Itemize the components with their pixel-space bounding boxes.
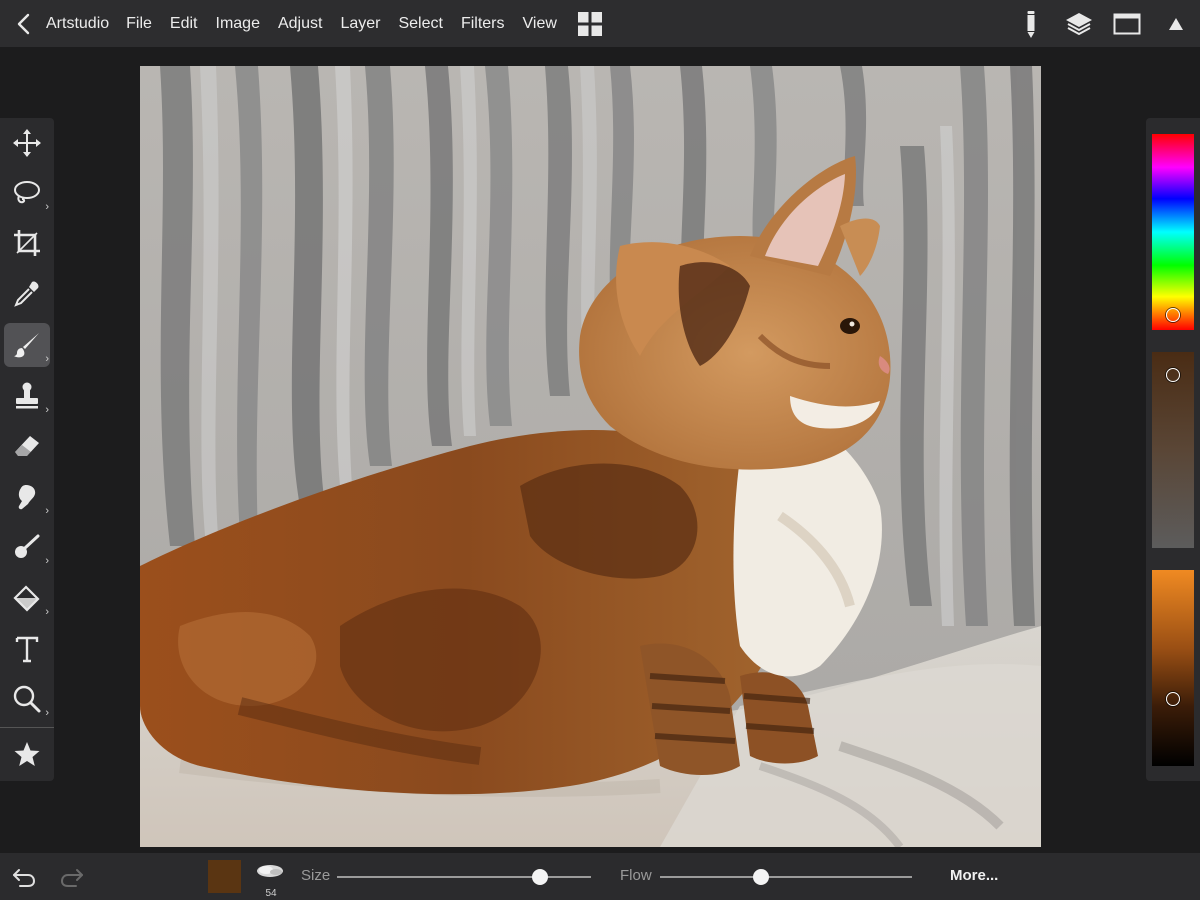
menu-file[interactable]: File	[126, 15, 152, 33]
submenu-indicator: ›	[45, 353, 49, 365]
menu-edit[interactable]: Edit	[170, 15, 198, 33]
menu-adjust[interactable]: Adjust	[278, 15, 322, 33]
eraser-tool[interactable]	[4, 424, 50, 468]
move-arrows-icon	[13, 129, 41, 157]
toolbox-divider	[0, 727, 54, 728]
eyedropper-tool[interactable]	[4, 272, 50, 316]
flow-slider-thumb[interactable]	[752, 869, 769, 885]
smudge-icon	[18, 485, 36, 510]
dodge-icon	[15, 534, 40, 558]
flow-label: Flow	[620, 867, 652, 884]
menu-app-name[interactable]: Artstudio	[46, 15, 109, 33]
stamp-icon	[16, 382, 38, 409]
window-icon	[1113, 13, 1141, 34]
main-menu: Artstudio File Edit Image Adjust Layer S…	[46, 0, 603, 47]
eraser-icon	[15, 436, 39, 456]
color-panel	[1146, 118, 1200, 781]
pencil-button[interactable]	[1006, 0, 1056, 47]
menu-filters[interactable]: Filters	[461, 15, 505, 33]
redo-button[interactable]	[54, 853, 90, 900]
menu-select[interactable]: Select	[398, 15, 442, 33]
bottom-bar	[0, 853, 1200, 900]
crop-tool[interactable]	[4, 221, 50, 265]
tools-panel: › › › › › › ›	[0, 118, 54, 781]
layers-icon	[1066, 12, 1092, 35]
submenu-indicator: ›	[45, 606, 49, 618]
brush-size-number: 54	[265, 888, 277, 899]
canvas-area	[0, 47, 1200, 853]
brush-tool[interactable]: ›	[4, 323, 50, 367]
smudge-tool[interactable]: ›	[4, 475, 50, 519]
menu-layer[interactable]: Layer	[340, 15, 380, 33]
star-icon	[14, 742, 40, 766]
lasso-tool[interactable]: ›	[4, 171, 50, 215]
window-button[interactable]	[1102, 0, 1152, 47]
menu-image[interactable]: Image	[216, 15, 260, 33]
collapse-button[interactable]	[1152, 0, 1200, 47]
redo-icon	[60, 868, 83, 887]
menu-view[interactable]: View	[523, 15, 557, 33]
text-icon	[15, 636, 39, 663]
brightness-slider[interactable]	[1152, 570, 1194, 766]
fill-tool[interactable]: ›	[4, 576, 50, 620]
size-label: Size	[301, 867, 331, 884]
magnifier-icon	[13, 685, 41, 713]
brush-icon	[14, 333, 39, 358]
undo-button[interactable]	[6, 853, 42, 900]
brightness-knob[interactable]	[1166, 692, 1180, 706]
pencil-icon	[1027, 10, 1035, 38]
submenu-indicator: ›	[45, 505, 49, 517]
saturation-knob[interactable]	[1166, 368, 1180, 382]
zoom-tool[interactable]: ›	[4, 677, 50, 721]
crop-icon	[14, 230, 40, 256]
favorites-tool[interactable]	[4, 732, 50, 776]
layers-button[interactable]	[1056, 0, 1102, 47]
move-tool[interactable]	[4, 121, 50, 165]
bucket-icon	[13, 585, 40, 612]
submenu-indicator: ›	[45, 555, 49, 567]
submenu-indicator: ›	[45, 707, 49, 719]
dodge-tool[interactable]: ›	[4, 525, 50, 569]
grid-icon[interactable]	[577, 11, 603, 37]
eyedropper-icon	[14, 281, 39, 307]
text-tool[interactable]	[4, 627, 50, 671]
back-button[interactable]	[0, 0, 46, 47]
flow-slider[interactable]	[660, 869, 912, 885]
lasso-icon	[14, 181, 40, 204]
submenu-indicator: ›	[45, 201, 49, 213]
size-slider[interactable]	[337, 869, 591, 885]
submenu-indicator: ›	[45, 404, 49, 416]
hue-slider[interactable]	[1152, 134, 1194, 330]
painting-canvas[interactable]	[140, 66, 1041, 847]
cat-painting	[140, 66, 1041, 847]
triangle-up-icon	[1169, 17, 1183, 30]
current-color-swatch[interactable]	[208, 860, 241, 893]
hue-knob[interactable]	[1166, 308, 1180, 322]
stamp-tool[interactable]: ›	[4, 374, 50, 418]
undo-icon	[13, 868, 36, 887]
chevron-left-icon	[17, 13, 30, 34]
more-button[interactable]: More...	[950, 867, 998, 884]
top-menu-bar: Artstudio File Edit Image Adjust Layer S…	[0, 0, 1200, 47]
top-right-tools	[1006, 0, 1200, 47]
